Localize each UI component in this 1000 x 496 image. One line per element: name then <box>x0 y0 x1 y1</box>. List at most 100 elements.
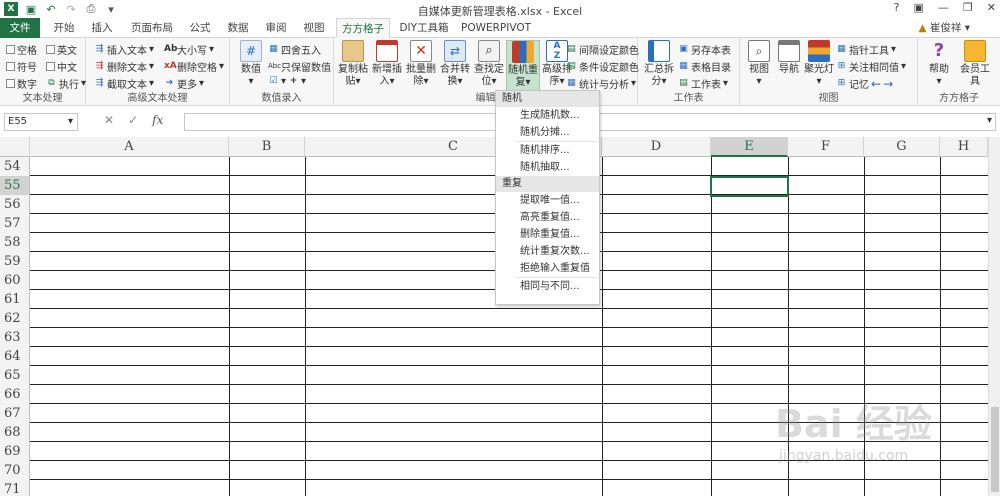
menu-item-count-duplicates[interactable]: 统计重复次数... <box>496 243 599 260</box>
spotlight-button[interactable]: 聚光灯▾ <box>802 40 836 88</box>
confirm-icon[interactable]: ✓ <box>128 113 138 127</box>
row-header[interactable]: 57 <box>0 214 30 233</box>
tab-file[interactable]: 文件 <box>0 18 40 38</box>
group-advanced-text: ⇶ 插入文本 ▾ Ab 大小写 ▾ ⇶ 删除文本 ▾ xA 删除空格 ▾ ⇶ 截取文本 ▾ ➔ 更多 ▾… <box>86 38 230 106</box>
find-locate-button[interactable]: ⌕ 查找定位▾ <box>472 40 506 88</box>
tab-data[interactable]: 数据 <box>220 18 256 38</box>
selected-cell-e55[interactable] <box>710 176 789 197</box>
row-header[interactable]: 58 <box>0 233 30 252</box>
column-header-g[interactable]: G <box>864 137 940 157</box>
minimize-icon[interactable]: — <box>938 1 949 14</box>
delete-text-button[interactable]: ⇶ 删除文本 ▾ <box>94 59 154 74</box>
row-header[interactable]: 67 <box>0 404 30 423</box>
row-header[interactable]: 69 <box>0 442 30 461</box>
add-insert-button[interactable]: 新增插入▾ <box>370 40 404 88</box>
tab-powerpivot[interactable]: POWERPIVOT <box>458 18 534 38</box>
column-border <box>229 157 230 496</box>
column-header-d[interactable]: D <box>602 137 711 157</box>
row-header[interactable]: 65 <box>0 366 30 385</box>
vertical-scrollbar[interactable] <box>988 137 1000 496</box>
pointer-tool-button[interactable]: ▦ 指针工具 ▾ <box>836 42 896 57</box>
tab-page-layout[interactable]: 页面布局 <box>124 18 180 38</box>
menu-item-highlight-duplicates[interactable]: 高亮重复值... <box>496 209 599 226</box>
user-account[interactable]: ▲ 崔俊祥 ▾ <box>918 20 970 35</box>
checkbox-english[interactable]: 英文 <box>46 42 77 57</box>
row-header[interactable]: 60 <box>0 271 30 290</box>
menu-item-extract-unique[interactable]: 提取唯一值... <box>496 192 599 209</box>
tab-formulas[interactable]: 公式 <box>182 18 218 38</box>
column-border <box>711 157 712 496</box>
tab-diy-toolbox[interactable]: DIY工具箱 <box>394 18 454 38</box>
tab-home[interactable]: 开始 <box>46 18 82 38</box>
column-header-b[interactable]: B <box>229 137 305 157</box>
row-header[interactable]: 55 <box>0 176 30 195</box>
menu-item-random-allocate[interactable]: 随机分摊... <box>496 124 599 141</box>
row-header[interactable]: 59 <box>0 252 30 271</box>
menu-item-random-sort[interactable]: 随机排序... <box>496 142 599 159</box>
menu-item-reject-duplicate-input[interactable]: 拒绝输入重复值 <box>496 260 599 277</box>
menu-item-same-and-different[interactable]: 相同与不同... <box>496 278 599 295</box>
help-icon[interactable]: ? <box>894 1 900 14</box>
cancel-icon[interactable]: ✕ <box>104 113 114 127</box>
entry-dropdown[interactable]: ☑ ▾ + ▾ <box>268 76 306 87</box>
navigation-button[interactable]: 导航 <box>772 40 806 76</box>
tab-fangfanggezi[interactable]: 方方格子 <box>336 18 390 38</box>
insert-text-button[interactable]: ⇶ 插入文本 ▾ <box>94 42 154 57</box>
select-all-corner[interactable] <box>0 137 30 157</box>
restore-icon[interactable]: ❐ <box>963 1 973 14</box>
row-header[interactable]: 62 <box>0 309 30 328</box>
menu-header-repeat: 重复 <box>496 176 599 192</box>
column-header-e[interactable]: E <box>711 137 788 157</box>
keep-value-button[interactable]: Abc 只保留数值 <box>268 59 331 74</box>
checkbox-chinese[interactable]: 中文 <box>46 59 77 74</box>
column-header-f[interactable]: F <box>788 137 864 157</box>
merge-icon: ⇄ <box>444 40 466 62</box>
row-header[interactable]: 63 <box>0 328 30 347</box>
column-header-a[interactable]: A <box>30 137 229 157</box>
tab-insert[interactable]: 插入 <box>84 18 120 38</box>
tab-review[interactable]: 审阅 <box>258 18 294 38</box>
row-header[interactable]: 70 <box>0 461 30 480</box>
summary-split-button[interactable]: 汇总拆分▾ <box>642 40 676 88</box>
copy-paste-button[interactable]: 复制粘贴▾ <box>336 40 370 88</box>
member-tools-button[interactable]: 会员工具 <box>958 40 992 88</box>
checklist-icon: ☑ <box>269 76 278 86</box>
focus-same-value-button[interactable]: ⊞ 关注相同值 ▾ <box>836 59 906 74</box>
menu-item-generate-random[interactable]: 生成随机数... <box>496 107 599 124</box>
save-sheet-button[interactable]: ▣ 另存本表 <box>678 42 731 57</box>
interval-color-button[interactable]: ▤ 间隔设定颜色 <box>566 42 639 57</box>
insert-rows-icon <box>376 40 398 62</box>
row-header[interactable]: 68 <box>0 423 30 442</box>
batch-delete-button[interactable]: ✕ 批量删除▾ <box>404 40 438 88</box>
column-header-h[interactable]: H <box>940 137 988 157</box>
row-header[interactable]: 66 <box>0 385 30 404</box>
delete-space-button[interactable]: xA 删除空格 ▾ <box>164 59 224 74</box>
number-button[interactable]: # 数值 ▾ <box>234 40 268 88</box>
row-header[interactable]: 54 <box>0 157 30 176</box>
checkbox-space[interactable]: 空格 <box>6 42 37 57</box>
name-box[interactable]: E55 ▾ <box>4 113 78 131</box>
case-button[interactable]: Ab 大小写 ▾ <box>164 42 214 57</box>
ribbon-display-icon[interactable]: ▣ <box>914 1 924 14</box>
close-icon[interactable]: ✕ <box>987 1 996 14</box>
column-header: A B C D E F G H <box>0 137 988 157</box>
row-header[interactable]: 56 <box>0 195 30 214</box>
sheet-index-button[interactable]: ▦ 表格目录 <box>678 59 731 74</box>
row-header[interactable]: 61 <box>0 290 30 309</box>
menu-item-delete-duplicates[interactable]: 删除重复值... <box>496 226 599 243</box>
row-header[interactable]: 64 <box>0 347 30 366</box>
random-repeat-button[interactable]: 随机重复▾ <box>506 40 540 92</box>
expand-formula-icon[interactable]: ▾ <box>987 115 992 126</box>
tab-view[interactable]: 视图 <box>296 18 332 38</box>
help-button[interactable]: ? 帮助 ▾ <box>922 40 956 88</box>
round-button[interactable]: ▦ 四舍五入 <box>268 42 321 57</box>
case-icon: Ab <box>164 44 178 54</box>
row-header[interactable]: 71 <box>0 480 30 496</box>
insert-function-button[interactable]: fx <box>152 113 163 127</box>
view-button[interactable]: ⌕ 视图 ▾ <box>742 40 776 88</box>
merge-convert-button[interactable]: ⇄ 合并转换▾ <box>438 40 472 88</box>
scrollbar-thumb[interactable] <box>991 407 999 492</box>
condition-color-button[interactable]: ▤ 条件设定颜色 <box>566 59 639 74</box>
menu-item-random-pick[interactable]: 随机抽取... <box>496 159 599 176</box>
checkbox-symbol[interactable]: 符号 <box>6 59 37 74</box>
